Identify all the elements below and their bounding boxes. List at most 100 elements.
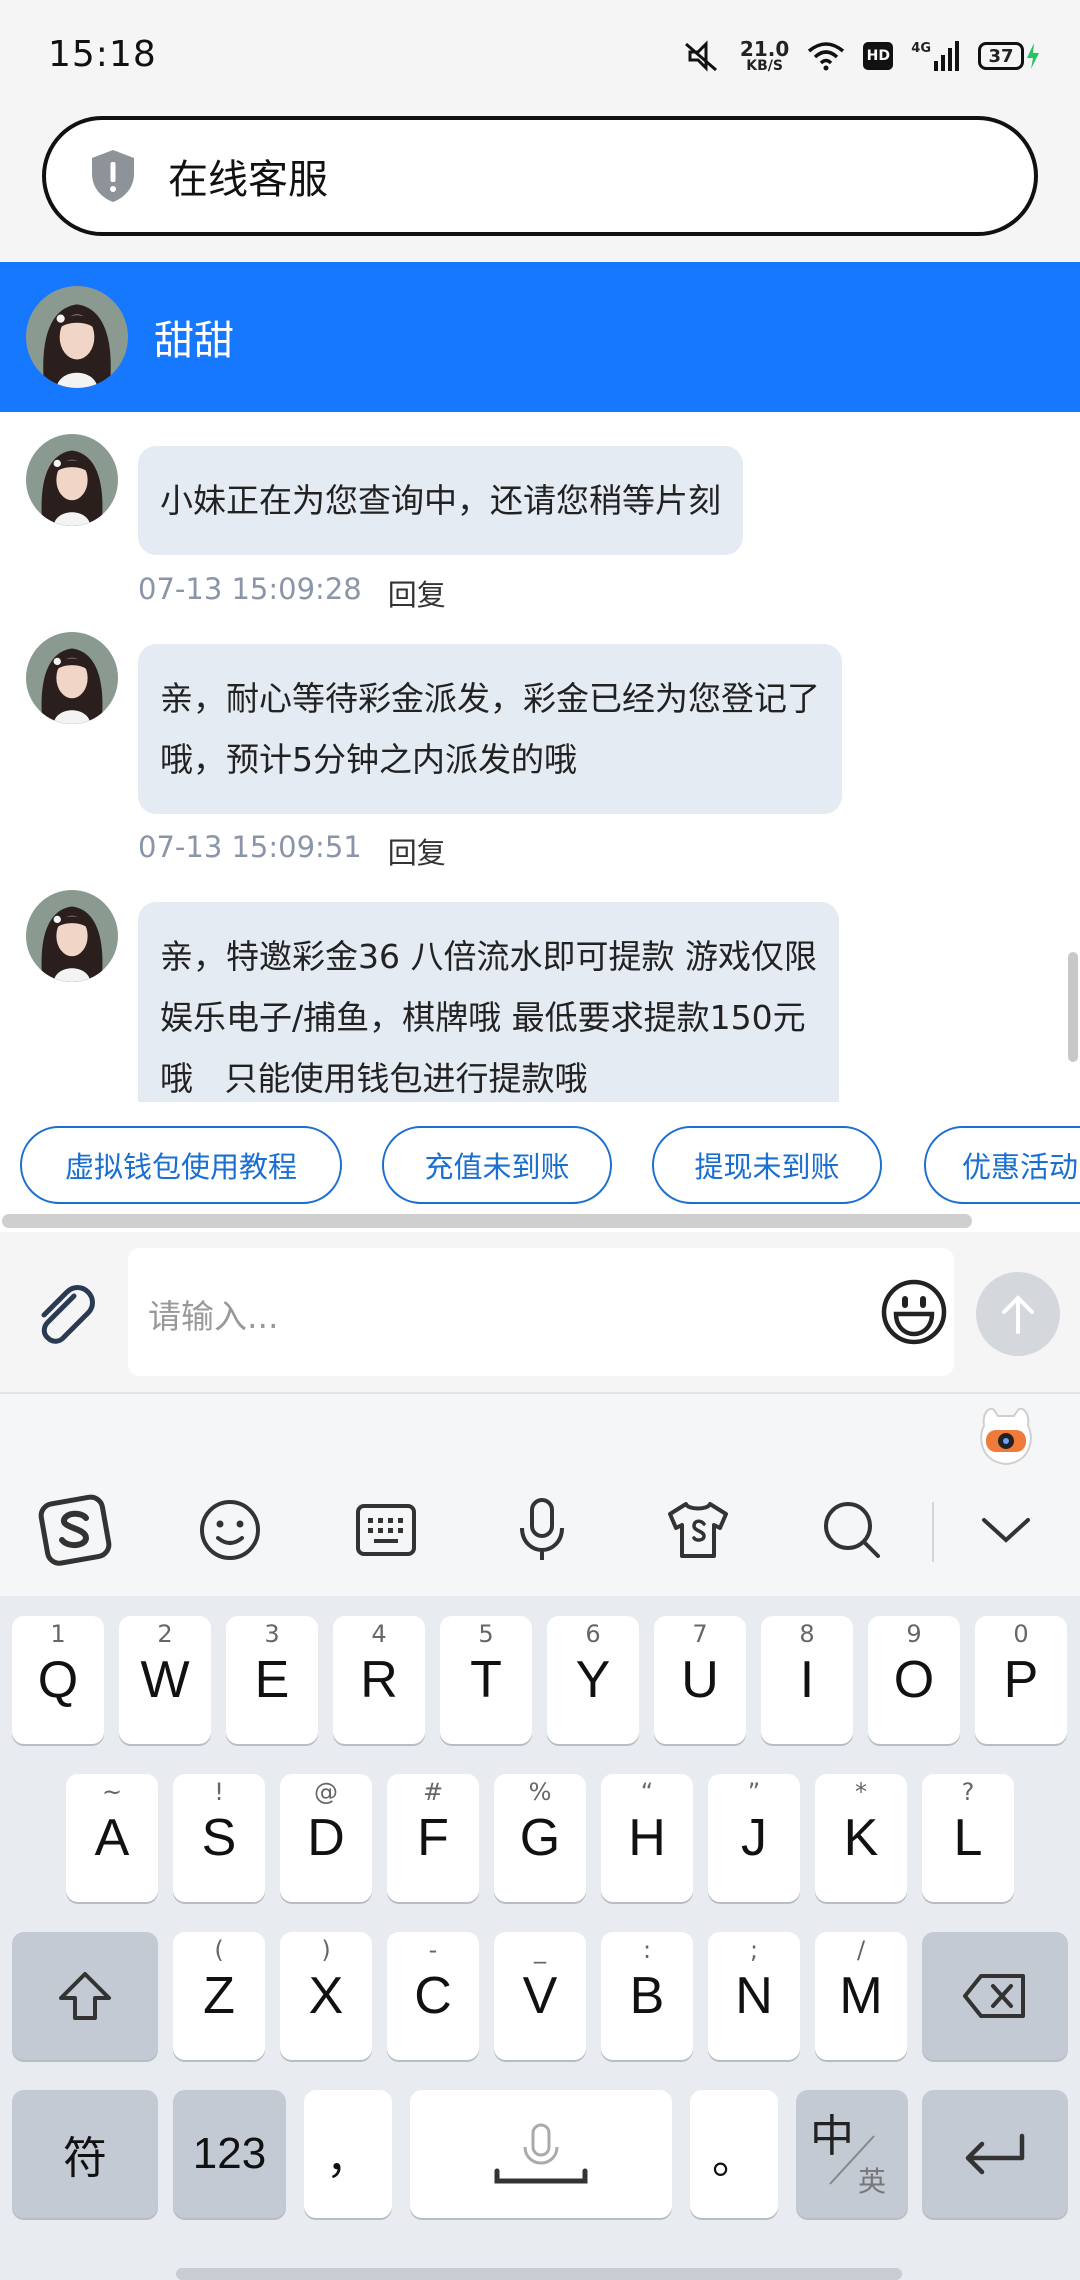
chat-header: 甜甜 xyxy=(0,262,1080,412)
send-arrow-icon xyxy=(1002,1295,1034,1334)
message-time: 07-13 15:09:28 xyxy=(138,572,362,606)
page-title: 在线客服 xyxy=(168,157,328,203)
key-p[interactable]: 0P xyxy=(975,1616,1067,1744)
message-line: 亲，特邀彩金36 八倍流水即可提款 游戏仅限 xyxy=(160,937,817,976)
key-a[interactable]: ~ A xyxy=(66,1774,158,1902)
key-w[interactable]: 2W xyxy=(119,1616,211,1744)
key-m[interactable]: / M xyxy=(815,1932,907,2060)
quick-reply-promotions[interactable]: 优惠活动 xyxy=(924,1126,1080,1204)
mic-icon xyxy=(494,2123,588,2184)
key-f[interactable]: # F xyxy=(387,1774,479,1902)
key-d[interactable]: @ D xyxy=(280,1774,372,1902)
chevron-down-icon[interactable] xyxy=(966,1490,1046,1570)
message-bubble: 亲，耐心等待彩金派发，彩金已经为您登记了 哦，预计5分钟之内派发的哦 xyxy=(138,644,842,814)
period-key[interactable]: 。 xyxy=(690,2090,778,2218)
emoji-icon[interactable] xyxy=(880,1278,948,1346)
message-input[interactable]: 请输入... xyxy=(128,1248,954,1376)
space-key[interactable] xyxy=(410,2090,672,2218)
keyboard-icon[interactable] xyxy=(346,1490,426,1570)
key-t[interactable]: 5T xyxy=(440,1616,532,1744)
signal-icon: 4G xyxy=(911,41,960,71)
key-s[interactable]: ! S xyxy=(173,1774,265,1902)
key-y[interactable]: 6Y xyxy=(547,1616,639,1744)
key-c[interactable]: -C xyxy=(387,1932,479,2060)
message-meta: 07-13 15:09:51 回复 xyxy=(138,830,446,872)
message-line: 亲，耐心等待彩金派发，彩金已经为您登记了 xyxy=(160,679,820,718)
key-x[interactable]: ) X xyxy=(280,1932,372,2060)
key-q[interactable]: 1Q xyxy=(12,1616,104,1744)
emoji-icon[interactable] xyxy=(190,1490,270,1570)
key-g[interactable]: % G xyxy=(494,1774,586,1902)
quick-reply-scrollbar[interactable] xyxy=(0,1212,1080,1232)
tshirt-icon[interactable] xyxy=(658,1490,738,1570)
chat-message-list[interactable]: 小妹正在为您查询中，还请您稍等片刻 07-13 15:09:28 回复 亲，耐心… xyxy=(0,412,1080,1102)
quick-reply-deposit-missing[interactable]: 充值未到账 xyxy=(382,1126,612,1204)
key-j[interactable]: ” J xyxy=(708,1774,800,1902)
reply-link[interactable]: 回复 xyxy=(388,572,446,614)
agent-avatar xyxy=(26,632,118,724)
message-bubble: 亲，特邀彩金36 八倍流水即可提款 游戏仅限 娱乐电子/捕鱼，棋牌哦 最低要求提… xyxy=(138,902,839,1102)
number-key[interactable]: 123 xyxy=(173,2090,286,2218)
backspace-key[interactable] xyxy=(922,1932,1068,2060)
key-i[interactable]: 8I xyxy=(761,1616,853,1744)
battery-icon: 37 xyxy=(978,42,1040,70)
agent-avatar xyxy=(26,434,118,526)
status-bar: 15:18 21.0 KB/S HD 4G 37 xyxy=(0,0,1080,112)
agent-avatar xyxy=(26,286,128,388)
input-row: 请输入... xyxy=(0,1232,1080,1394)
key-e[interactable]: 3E xyxy=(226,1616,318,1744)
keyboard-toolbar xyxy=(0,1394,1080,1596)
wifi-icon xyxy=(807,41,845,71)
agent-avatar xyxy=(26,890,118,982)
symbol-key[interactable]: 符 xyxy=(12,2090,158,2218)
message-line: 小妹正在为您查询中，还请您稍等片刻 xyxy=(160,481,721,520)
shift-key[interactable] xyxy=(12,1932,158,2060)
chat-scrollbar-thumb[interactable] xyxy=(1068,952,1078,1062)
enter-icon xyxy=(965,2133,1025,2175)
quick-reply-bar[interactable]: 虚拟钱包使用教程 充值未到账 提现未到账 优惠活动 xyxy=(0,1102,1080,1212)
reply-link[interactable]: 回复 xyxy=(388,830,446,872)
message-time: 07-13 15:09:51 xyxy=(138,830,362,864)
key-o[interactable]: 9O xyxy=(868,1616,960,1744)
quick-reply-withdraw-missing[interactable]: 提现未到账 xyxy=(652,1126,882,1204)
key-v[interactable]: _ V xyxy=(494,1932,586,2060)
shift-icon xyxy=(59,1972,111,2020)
net-speed: 21.0 KB/S xyxy=(739,37,790,74)
key-l[interactable]: ? L xyxy=(922,1774,1014,1902)
mascot-icon[interactable] xyxy=(976,1402,1036,1470)
quick-reply-wallet-tutorial[interactable]: 虚拟钱包使用教程 xyxy=(20,1126,342,1204)
toolbar-divider xyxy=(932,1502,934,1562)
message-input-placeholder: 请输入... xyxy=(148,1297,279,1336)
message-bubble: 小妹正在为您查询中，还请您稍等片刻 xyxy=(138,446,743,555)
message-line: 哦，预计5分钟之内派发的哦 xyxy=(160,740,577,779)
shield-icon xyxy=(92,150,134,202)
address-bar[interactable]: 在线客服 xyxy=(42,116,1038,236)
key-b[interactable]: :B xyxy=(601,1932,693,2060)
status-icons: 21.0 KB/S HD 4G 37 xyxy=(682,32,1040,80)
sogou-logo-icon[interactable] xyxy=(36,1490,116,1570)
message-line: 哦 只能使用钱包进行提款哦 xyxy=(160,1059,588,1098)
backspace-icon xyxy=(963,1974,1025,2018)
search-icon[interactable] xyxy=(812,1490,892,1570)
agent-name: 甜甜 xyxy=(154,318,234,364)
hd-badge: HD xyxy=(863,42,894,70)
home-indicator[interactable] xyxy=(176,2268,902,2280)
quick-reply-scrollbar-thumb[interactable] xyxy=(2,1214,972,1228)
key-k[interactable]: * K xyxy=(815,1774,907,1902)
comma-key[interactable]: ， xyxy=(304,2090,392,2218)
key-z[interactable]: (Z xyxy=(173,1932,265,2060)
key-h[interactable]: “H xyxy=(601,1774,693,1902)
mic-icon[interactable] xyxy=(502,1490,582,1570)
key-u[interactable]: 7U xyxy=(654,1616,746,1744)
status-time: 15:18 xyxy=(48,34,157,75)
enter-key[interactable] xyxy=(922,2090,1068,2218)
language-switch-key[interactable]: 中 英 xyxy=(796,2090,908,2218)
chat-scrollbar[interactable] xyxy=(1068,412,1080,1102)
paperclip-icon[interactable] xyxy=(30,1278,98,1346)
message-line: 娱乐电子/捕鱼，棋牌哦 最低要求提款150元 xyxy=(160,998,806,1037)
keyboard: 1Q 2W 3E 4R 5T 6Y 7U 8I 9O 0P ~ A ! S @ D #… xyxy=(0,1394,1080,2280)
send-button[interactable] xyxy=(976,1272,1060,1356)
message-meta: 07-13 15:09:28 回复 xyxy=(138,572,446,614)
key-n[interactable]: ; N xyxy=(708,1932,800,2060)
key-r[interactable]: 4R xyxy=(333,1616,425,1744)
